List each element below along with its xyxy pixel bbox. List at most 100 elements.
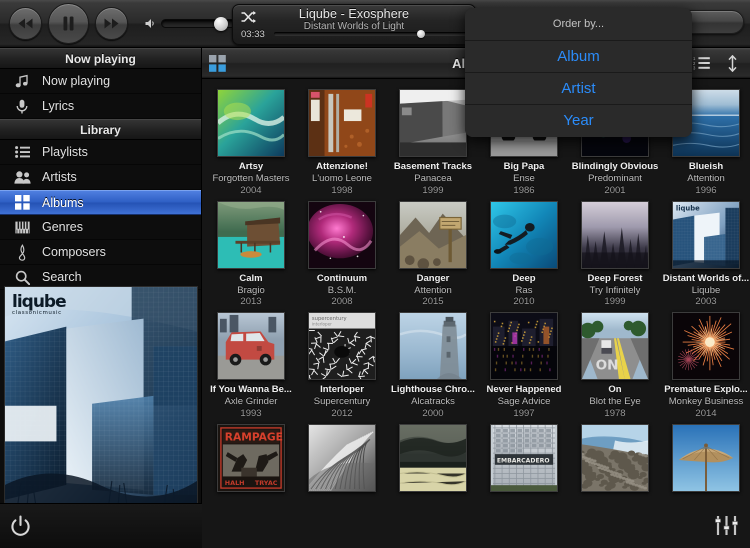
album-cover-image [491, 313, 557, 380]
album-cover-image [400, 201, 466, 268]
sidebar-item-label: Now playing [42, 74, 111, 88]
album-cover[interactable] [490, 312, 558, 381]
album-cell[interactable] [297, 420, 387, 496]
album-cell[interactable]: EMBARCADERO [479, 420, 569, 496]
music-note-icon [11, 74, 33, 88]
album-name: Calm [239, 272, 263, 284]
album-cover[interactable]: RAMPAGE HALH TRYAC [217, 423, 285, 492]
album-meta: Blueish Attention 1996 [661, 161, 750, 197]
sidebar-item-artists[interactable]: Artists [0, 165, 201, 190]
album-cell[interactable]: Deep Ras 2010 [479, 197, 569, 309]
album-cover[interactable] [490, 200, 558, 269]
album-name: Big Papa [503, 161, 545, 172]
album-cover[interactable]: ON [581, 312, 649, 381]
album-cover-image [491, 201, 557, 268]
album-cell[interactable]: Artsy Forgotten Masters 2004 [206, 85, 296, 197]
progress-slider-handle[interactable] [417, 30, 426, 38]
equalizer-icon[interactable] [714, 515, 739, 536]
album-cover[interactable] [217, 89, 285, 157]
previous-button[interactable] [9, 7, 42, 40]
svg-text:3: 3 [693, 66, 696, 70]
album-cell[interactable]: ON On Blot the Eye 1978 [570, 308, 660, 420]
album-meta: Basement Tracks Panacea 1999 [388, 161, 478, 197]
album-cell[interactable]: liqube Distant Worlds of... Liqube 2003 [661, 197, 750, 309]
album-year: 2010 [513, 296, 535, 308]
album-cell[interactable]: Calm Bragio 2013 [206, 197, 296, 309]
album-cover[interactable] [672, 312, 740, 381]
dropdown-item-artist[interactable]: Artist [465, 73, 692, 105]
sidebar-item-lyrics[interactable]: Lyrics [0, 94, 201, 119]
album-year: 2015 [422, 296, 444, 308]
album-cell[interactable]: Continuum B.S.M. 2008 [297, 197, 387, 309]
album-meta: Danger Attention 2015 [388, 273, 478, 309]
album-cover-image: RAMPAGE HALH TRYAC [218, 424, 284, 491]
dropdown-item-year[interactable]: Year [465, 105, 692, 137]
volume-slider-handle[interactable] [214, 16, 229, 31]
track-subtitle: Distant Worlds of Light [303, 21, 405, 32]
album-name: Blindingly Obvious [571, 161, 659, 172]
album-cover[interactable]: EMBARCADERO [490, 423, 558, 492]
volume-slider[interactable] [161, 16, 237, 31]
album-cover[interactable] [399, 423, 467, 492]
numbered-list-icon[interactable]: 1 2 3 [693, 56, 710, 70]
album-art-logo: liqube classonicmusic [12, 292, 67, 316]
play-pause-button[interactable] [48, 3, 89, 44]
next-button[interactable] [95, 7, 128, 40]
album-cover[interactable] [308, 89, 376, 157]
album-cover[interactable] [308, 200, 376, 269]
piano-icon [11, 221, 33, 234]
album-cell[interactable] [388, 420, 478, 496]
album-cover[interactable] [581, 200, 649, 269]
magnifier-icon [11, 270, 33, 285]
grid-view-icon[interactable] [209, 54, 226, 72]
sidebar-item-now-playing[interactable]: Now playing [0, 69, 201, 94]
album-cover[interactable]: supercentury interloper [308, 312, 376, 381]
sidebar-item-playlists[interactable]: Playlists [0, 140, 201, 165]
album-artist: Axle Grinder [224, 396, 278, 408]
album-cover-image [218, 90, 284, 156]
album-meta: Premature Explo... Monkey Business 2014 [661, 384, 750, 420]
album-name: Interloper [320, 384, 364, 396]
progress-slider[interactable] [274, 30, 468, 38]
album-cell[interactable]: Attenzione! L'uomo Leone 1998 [297, 85, 387, 197]
now-playing-panel[interactable]: Liqube - Exosphere Distant Worlds of Lig… [232, 4, 476, 45]
album-cover[interactable] [399, 312, 467, 381]
album-cover[interactable] [399, 200, 467, 269]
album-year: 1996 [695, 184, 717, 196]
album-cell[interactable]: supercentury interloper Interloper Supercen… [297, 308, 387, 420]
album-cell[interactable]: Premature Explo... Monkey Business 2014 [661, 308, 750, 420]
album-cover[interactable] [217, 200, 285, 269]
album-cover[interactable] [581, 423, 649, 492]
album-name: Basement Tracks [393, 161, 473, 172]
up-down-arrow-icon[interactable] [727, 54, 738, 72]
album-art-image [5, 287, 197, 511]
album-meta: Artsy Forgotten Masters 2004 [206, 161, 296, 197]
album-cell[interactable]: If You Wanna Be... Axle Grinder 1993 [206, 308, 296, 420]
album-cover[interactable] [399, 89, 467, 157]
album-cell[interactable]: RAMPAGE HALH TRYAC [206, 420, 296, 496]
album-year: 2008 [331, 296, 353, 308]
album-cover-image [400, 90, 466, 156]
album-cell[interactable]: Deep Forest Try Infinitely 1999 [570, 197, 660, 309]
album-cell[interactable]: Danger Attention 2015 [388, 197, 478, 309]
album-cover-image [309, 201, 375, 268]
album-cover[interactable] [672, 423, 740, 492]
album-artist: Ense [513, 172, 535, 184]
album-cell[interactable]: Never Happened Sage Advice 1997 [479, 308, 569, 420]
sidebar-item-composers[interactable]: Composers [0, 240, 201, 265]
album-cover[interactable]: liqube [672, 200, 740, 269]
current-album-art[interactable]: liqube classonicmusic [4, 286, 198, 512]
album-cell[interactable] [661, 420, 750, 496]
album-cell[interactable] [570, 420, 660, 496]
album-name: Continuum [316, 272, 368, 284]
album-meta: Continuum B.S.M. 2008 [297, 273, 387, 309]
sidebar-item-albums[interactable]: Albums [0, 190, 201, 215]
sidebar-item-label: Genres [42, 220, 83, 234]
sidebar-item-genres[interactable]: Genres [0, 215, 201, 240]
album-artist: Alcatracks [411, 396, 455, 408]
dropdown-item-album[interactable]: Album [465, 41, 692, 73]
album-cell[interactable]: Lighthouse Chro... Alcatracks 2000 [388, 308, 478, 420]
album-cover[interactable] [308, 423, 376, 492]
album-cover[interactable] [217, 312, 285, 381]
power-icon[interactable] [9, 515, 32, 538]
